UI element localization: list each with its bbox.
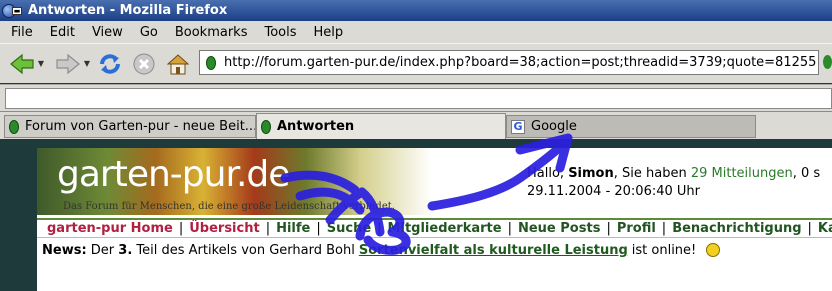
handwritten-annotation: [280, 133, 573, 255]
